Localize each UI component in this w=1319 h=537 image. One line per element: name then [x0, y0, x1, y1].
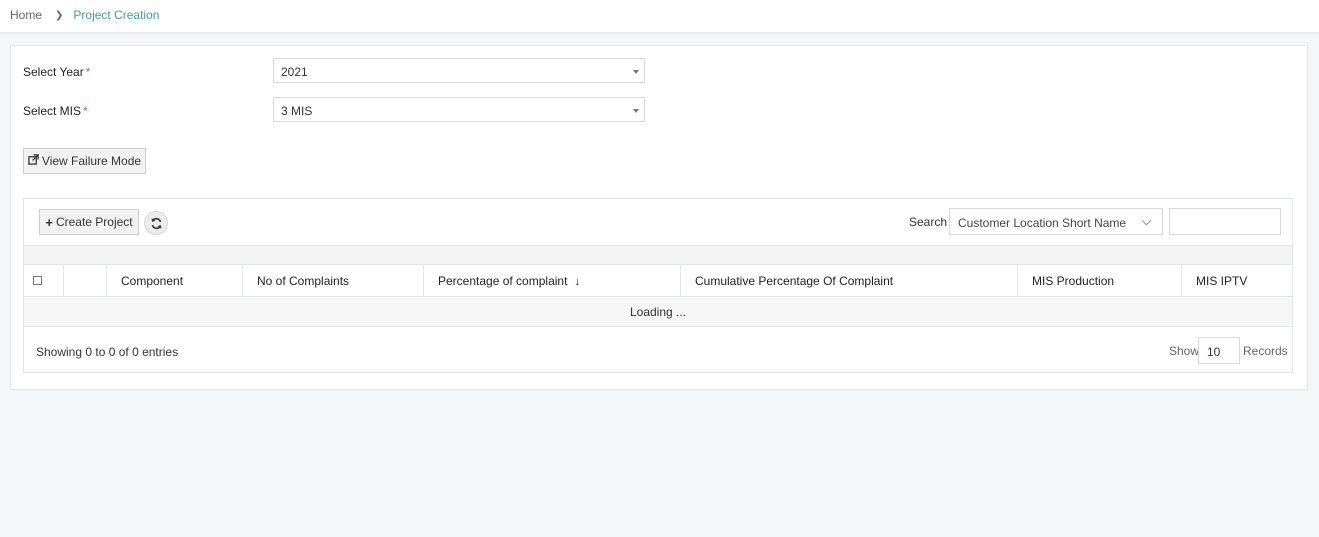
- page-size-input[interactable]: 10: [1198, 337, 1240, 364]
- required-mark: *: [83, 104, 88, 118]
- project-grid: + Create Project Search Customer Locatio…: [23, 198, 1293, 373]
- select-mis-label-text: Select MIS: [23, 104, 82, 118]
- column-header-component[interactable]: Component: [107, 265, 243, 296]
- refresh-icon: [151, 217, 161, 229]
- column-header-mis-production[interactable]: MIS Production: [1018, 265, 1182, 296]
- column-header-label: No of Complaints: [257, 273, 350, 288]
- view-failure-mode-button[interactable]: View Failure Mode: [23, 148, 146, 174]
- create-project-button[interactable]: + Create Project: [39, 209, 139, 235]
- project-creation-panel: Select Year * 2021 Select MIS * 3 MIS View…: [10, 45, 1308, 390]
- breadcrumb: Home ❯ Project Creation: [10, 8, 159, 22]
- create-project-label: Create Project: [55, 215, 133, 229]
- select-all-header: [24, 265, 64, 296]
- external-link-icon: [28, 154, 39, 168]
- caret-down-icon: [633, 70, 639, 74]
- required-mark: *: [85, 65, 91, 79]
- column-header-actions: [64, 265, 107, 296]
- column-header-percentage-of-complaint[interactable]: Percentage of complaint ↓: [424, 265, 681, 296]
- chevron-down-icon: [1141, 215, 1152, 226]
- refresh-button[interactable]: [144, 211, 168, 235]
- breadcrumb-home-link[interactable]: Home: [10, 8, 42, 22]
- chevron-right-icon: ❯: [55, 9, 64, 21]
- grid-group-band: [24, 245, 1292, 265]
- search-field-select[interactable]: Customer Location Short Name: [949, 208, 1163, 235]
- mis-select-value: 3 MIS: [281, 104, 313, 118]
- column-header-label: MIS IPTV: [1196, 273, 1248, 288]
- plus-icon: +: [45, 214, 53, 230]
- entries-info: Showing 0 to 0 of 0 entries: [36, 345, 179, 359]
- caret-down-icon: [633, 109, 639, 113]
- column-header-mis-iptv[interactable]: MIS IPTV: [1182, 265, 1292, 296]
- column-header-label: MIS Production: [1032, 273, 1115, 288]
- column-header-cumulative-percentage[interactable]: Cumulative Percentage Of Complaint: [681, 265, 1018, 296]
- top-bar: Home ❯ Project Creation: [0, 0, 1319, 33]
- column-header-label: Component: [121, 273, 184, 288]
- search-input[interactable]: [1169, 208, 1281, 235]
- view-failure-mode-label: View Failure Mode: [41, 154, 142, 168]
- sort-desc-icon: ↓: [574, 273, 581, 288]
- select-all-checkbox[interactable]: [33, 276, 42, 285]
- table-loading-row: Loading ...: [24, 297, 1292, 327]
- page-size-value: 10: [1207, 345, 1221, 359]
- select-year-label: Select Year *: [23, 65, 90, 79]
- table-header: Component No of Complaints Percentage of…: [24, 265, 1292, 297]
- select-mis-label: Select MIS *: [23, 104, 88, 118]
- search-field-value: Customer Location Short Name: [958, 216, 1127, 230]
- show-label: Show: [1169, 344, 1200, 358]
- column-header-label: Cumulative Percentage Of Complaint: [695, 273, 894, 288]
- year-select[interactable]: 2021: [273, 58, 645, 83]
- loading-text: Loading ...: [629, 304, 687, 319]
- records-label: Records: [1243, 344, 1288, 358]
- column-header-no-of-complaints[interactable]: No of Complaints: [243, 265, 424, 296]
- search-label: Search: [909, 215, 948, 229]
- column-header-label: Percentage of complaint: [438, 273, 568, 288]
- breadcrumb-current: Project Creation: [73, 8, 160, 22]
- select-year-label-text: Select Year: [23, 65, 84, 79]
- mis-select[interactable]: 3 MIS: [273, 97, 645, 122]
- year-select-value: 2021: [281, 65, 308, 79]
